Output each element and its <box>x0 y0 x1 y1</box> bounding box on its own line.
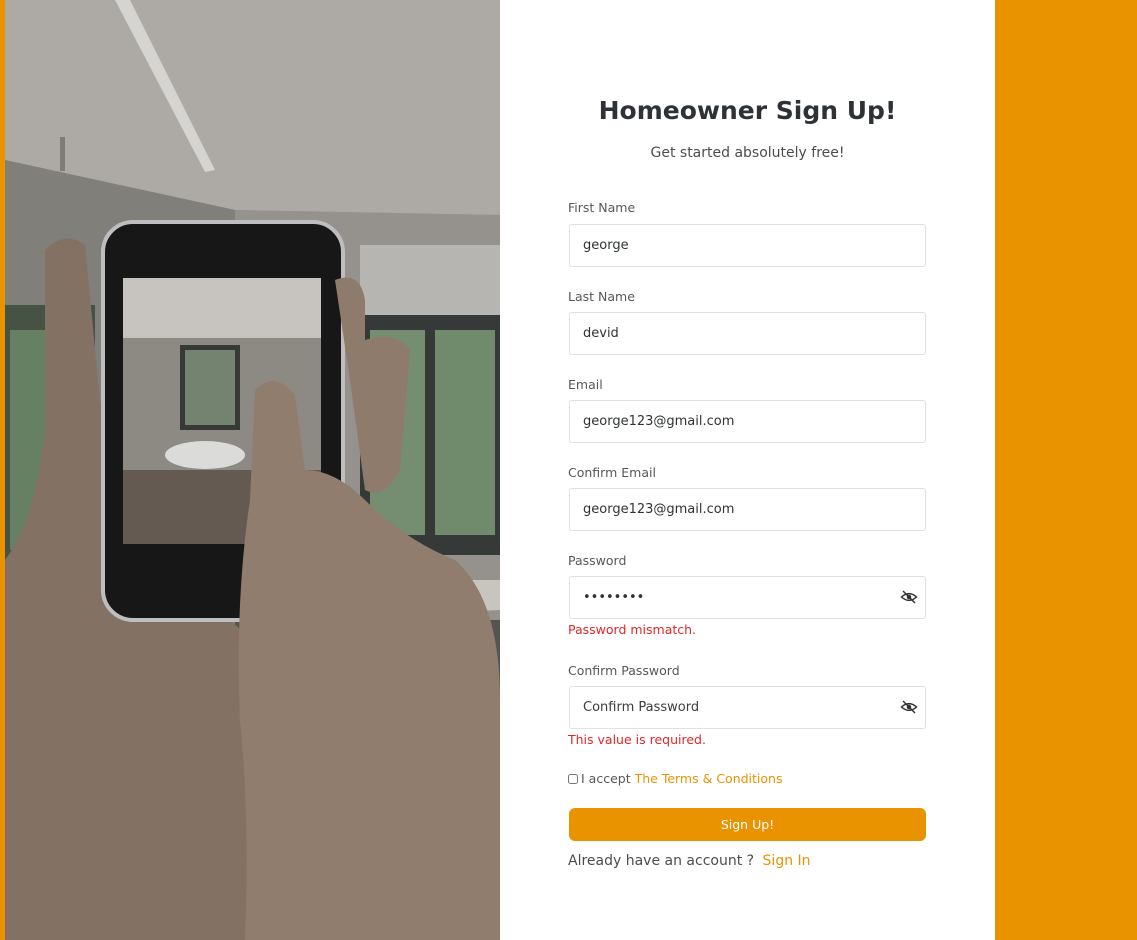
first-name-input[interactable] <box>569 224 926 267</box>
password-error: Password mismatch. <box>568 622 697 637</box>
eye-off-icon[interactable] <box>900 590 918 604</box>
terms-row: I accept The Terms & Conditions <box>568 771 782 786</box>
terms-label: I accept <box>581 771 631 786</box>
last-name-input[interactable] <box>569 312 926 355</box>
sign-in-link[interactable]: Sign In <box>763 853 811 869</box>
terms-checkbox[interactable] <box>568 773 578 784</box>
page-title: Homeowner Sign Up! <box>598 96 897 125</box>
password-label: Password <box>568 553 627 568</box>
confirm-password-label: Confirm Password <box>568 663 680 678</box>
last-name-label: Last Name <box>568 289 635 304</box>
confirm-password-input[interactable] <box>569 686 926 729</box>
confirm-password-error: This value is required. <box>568 732 706 747</box>
right-accent-panel <box>995 0 1137 940</box>
signup-form-panel: Homeowner Sign Up! Get started absolutel… <box>500 0 995 940</box>
sign-up-button[interactable]: Sign Up! <box>569 808 926 841</box>
eye-off-icon[interactable] <box>900 700 918 714</box>
signin-prompt: Already have an account ? <box>568 853 755 869</box>
first-name-label: First Name <box>568 200 636 215</box>
password-input[interactable] <box>569 576 926 619</box>
terms-link[interactable]: The Terms & Conditions <box>635 771 783 786</box>
email-input[interactable] <box>569 400 926 443</box>
page-subtitle: Get started absolutely free! <box>650 145 845 161</box>
confirm-email-input[interactable] <box>569 488 926 531</box>
signin-row: Already have an account ? Sign In <box>568 853 811 869</box>
hero-illustration <box>5 0 500 940</box>
confirm-email-label: Confirm Email <box>568 465 656 480</box>
hero-photo <box>5 0 500 940</box>
email-label: Email <box>568 377 603 392</box>
